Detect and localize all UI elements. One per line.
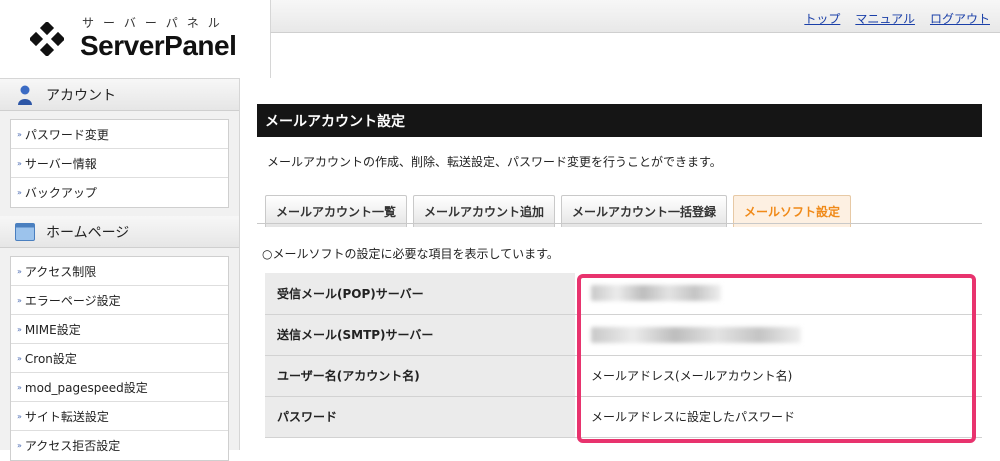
row-label: 送信メール(SMTP)サーバー: [265, 314, 575, 356]
sidebar-item-label: エラーページ設定: [24, 293, 121, 308]
sidebar-item-label: mod_pagespeed設定: [24, 380, 148, 395]
sidebar-item-label: アクセス制限: [24, 264, 97, 279]
sidebar: アカウント » パスワード変更 » サーバー情報 » バックアップ ホームページ » ア…: [0, 78, 240, 461]
sidebar-item-error-page[interactable]: » エラーページ設定: [11, 286, 228, 315]
table-row: パスワード メールアドレスに設定したパスワード: [265, 396, 982, 438]
arrow-icon: »: [17, 188, 22, 197]
logo-kana: サーバーパネル: [82, 16, 229, 30]
sidebar-item-server-info[interactable]: » サーバー情報: [11, 149, 228, 178]
sidebar-section-homepage: ホームページ: [0, 216, 239, 248]
link-manual[interactable]: マニュアル: [855, 10, 915, 27]
sidebar-item-backup[interactable]: » バックアップ: [11, 178, 228, 207]
arrow-icon: »: [17, 295, 22, 305]
user-icon: [14, 84, 36, 106]
arrow-icon: »: [17, 441, 22, 450]
sidebar-item-label: MIME設定: [24, 322, 81, 337]
tab-divider: [257, 223, 982, 224]
sidebar-item-label: Cron設定: [24, 351, 77, 366]
sidebar-item-password-change[interactable]: » パスワード変更: [11, 120, 228, 149]
sidebar-item-cron[interactable]: » Cron設定: [11, 344, 228, 373]
sidebar-item-label: アクセス拒否設定: [24, 439, 121, 453]
arrow-icon: »: [17, 324, 22, 334]
table-row: ユーザー名(アカウント名) メールアドレス(メールアカウント名): [265, 355, 982, 397]
sidebar-section-title: アカウント: [46, 87, 116, 104]
sidebar-section-account: アカウント: [0, 79, 239, 111]
sidebar-item-label: パスワード変更: [24, 127, 109, 142]
sidebar-item-mime[interactable]: » MIME設定: [11, 315, 228, 344]
logo: サーバーパネル ServerPanel: [0, 0, 270, 78]
arrow-icon: »: [17, 158, 22, 168]
arrow-icon: »: [17, 382, 22, 392]
table-row: 受信メール(POP)サーバー: [265, 273, 982, 315]
redacted-value: [591, 285, 721, 302]
sidebar-list-account: » パスワード変更 » サーバー情報 » バックアップ: [10, 119, 229, 208]
page-description: メールアカウントの作成、削除、転送設定、パスワード変更を行うことができます。: [267, 155, 722, 169]
sidebar-item-access-deny[interactable]: » アクセス拒否設定: [11, 431, 228, 460]
sidebar-section-title: ホームページ: [46, 224, 130, 241]
logo-diamond-icon: [30, 22, 64, 56]
row-label: パスワード: [265, 396, 575, 438]
header-bar: トップ マニュアル ログアウト: [270, 0, 1000, 33]
arrow-icon: »: [17, 353, 22, 363]
arrow-icon: »: [17, 411, 22, 421]
sidebar-item-access-restriction[interactable]: » アクセス制限: [11, 257, 228, 286]
redacted-value: [591, 326, 801, 343]
row-label: 受信メール(POP)サーバー: [265, 273, 575, 315]
arrow-icon: »: [17, 129, 22, 139]
info-note: ○メールソフトの設定に必要な項目を表示しています。: [262, 247, 559, 261]
row-label: ユーザー名(アカウント名): [265, 355, 575, 397]
sidebar-list-homepage: » アクセス制限 » エラーページ設定 » MIME設定 » Cron設定 » mod_p…: [10, 256, 229, 461]
header-spacer: [270, 33, 1000, 78]
row-value-smtp-server: [575, 314, 982, 356]
sidebar-item-label: サイト転送設定: [24, 409, 109, 424]
sidebar-item-label: サーバー情報: [24, 156, 97, 171]
logo-text: ServerPanel: [80, 30, 237, 61]
row-value-pop-server: [575, 273, 982, 315]
table-row: 送信メール(SMTP)サーバー: [265, 314, 982, 356]
sidebar-item-site-redirect[interactable]: » サイト転送設定: [11, 402, 228, 431]
main-content: メールアカウント設定 メールアカウントの作成、削除、転送設定、パスワード変更を行…: [257, 104, 982, 438]
page-title: メールアカウント設定: [257, 104, 982, 137]
row-value-password: メールアドレスに設定したパスワード: [575, 396, 982, 438]
header-links: トップ マニュアル ログアウト: [804, 10, 990, 27]
sidebar-item-label: バックアップ: [24, 186, 97, 200]
link-top[interactable]: トップ: [804, 10, 840, 27]
link-logout[interactable]: ログアウト: [930, 10, 990, 27]
arrow-icon: »: [17, 266, 22, 276]
window-icon: [14, 221, 36, 243]
row-value-username: メールアドレス(メールアカウント名): [575, 355, 982, 397]
sidebar-item-mod-pagespeed[interactable]: » mod_pagespeed設定: [11, 373, 228, 402]
settings-table: 受信メール(POP)サーバー 送信メール(SMTP)サーバー ユーザー名(アカウ…: [265, 273, 982, 438]
